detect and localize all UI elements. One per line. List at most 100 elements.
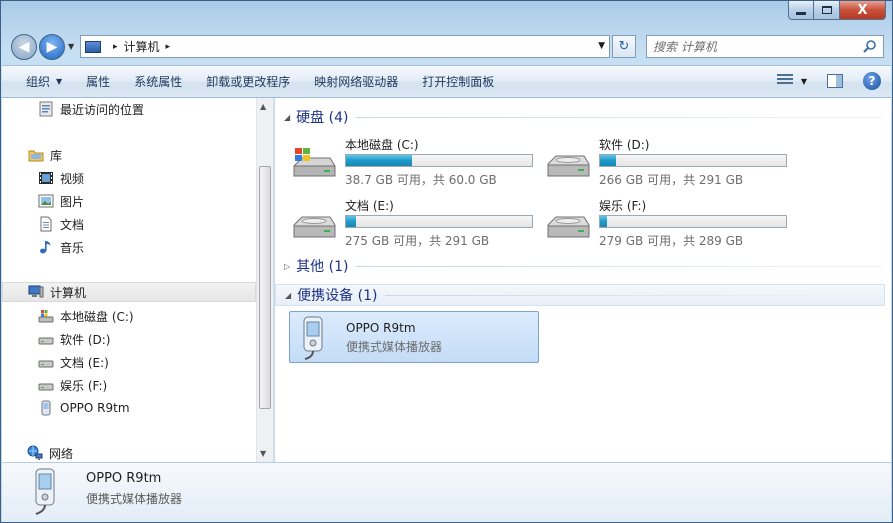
recent-places-icon xyxy=(39,101,53,117)
explorer-window: X ◀ ▶ ▼ ▸ 计算机 ▸ ▼ ↻ 组织 ▼ 属性 系统属性 卸载或更改程序 … xyxy=(0,0,893,523)
system-drive-icon xyxy=(293,148,336,177)
drive-usage-fill xyxy=(600,216,607,227)
nav-item-label: 文档 (E:) xyxy=(60,355,109,370)
nav-item-phone[interactable]: OPPO R9tm xyxy=(2,398,258,418)
help-button[interactable]: ? xyxy=(863,72,881,90)
command-bar: 组织 ▼ 属性 系统属性 卸载或更改程序 映射网络驱动器 打开控制面板 ▼ ? xyxy=(2,65,891,98)
nav-item-label: OPPO R9tm xyxy=(60,401,130,415)
phone-icon xyxy=(35,468,55,515)
collapse-icon[interactable]: ◢ xyxy=(285,291,291,300)
organize-button[interactable]: 组织 ▼ xyxy=(14,70,74,94)
drive-size: 279 GB 可用，共 289 GB xyxy=(599,234,744,248)
expand-icon[interactable]: ▷ xyxy=(284,262,290,271)
group-divider xyxy=(385,294,880,296)
change-view-button[interactable]: ▼ xyxy=(776,74,807,88)
uninstall-label: 卸载或更改程序 xyxy=(206,75,291,89)
drive-usage-fill xyxy=(346,155,413,166)
picture-icon xyxy=(38,194,54,208)
search-input[interactable] xyxy=(653,39,853,54)
drive-name: 娱乐 (F:) xyxy=(599,199,647,213)
nav-item-label: 计算机 xyxy=(50,285,87,300)
preview-pane-button[interactable] xyxy=(827,74,843,88)
close-icon: X xyxy=(857,2,868,18)
network-icon xyxy=(27,445,43,460)
back-arrow-icon: ◀ xyxy=(18,39,30,55)
nav-item-libraries[interactable]: 库 xyxy=(2,145,258,165)
nav-item-drive-e[interactable]: 文档 (E:) xyxy=(2,352,258,372)
uninstall-button[interactable]: 卸载或更改程序 xyxy=(194,70,302,94)
group-hard-disks[interactable]: ◢ 硬盘 (4) xyxy=(275,106,885,128)
phone-icon xyxy=(303,316,323,360)
library-folder-icon xyxy=(28,150,44,162)
breadcrumb-separator[interactable]: ▸ xyxy=(113,42,118,52)
maximize-button[interactable] xyxy=(814,1,840,20)
drive-size: 266 GB 可用，共 291 GB xyxy=(599,173,744,187)
properties-button[interactable]: 属性 xyxy=(74,70,122,94)
nav-item-drive-f[interactable]: 娱乐 (F:) xyxy=(2,375,258,395)
chevron-down-icon: ▼ xyxy=(56,77,63,86)
system-drive-icon xyxy=(38,310,54,323)
computer-icon xyxy=(28,285,44,298)
group-other[interactable]: ▷ 其他 (1) xyxy=(275,255,885,277)
nav-item-music[interactable]: 音乐 xyxy=(2,237,258,257)
map-drive-button[interactable]: 映射网络驱动器 xyxy=(302,70,410,94)
breadcrumb: ▸ 计算机 ▸ xyxy=(107,38,176,55)
device-type: 便携式媒体播放器 xyxy=(346,340,443,354)
scroll-down-icon[interactable]: ▼ xyxy=(260,449,266,458)
drive-size: 38.7 GB 可用，共 60.0 GB xyxy=(345,173,497,187)
nav-item-videos[interactable]: 视频 xyxy=(2,168,258,188)
nav-item-label: 最近访问的位置 xyxy=(60,102,145,117)
search-box[interactable] xyxy=(646,35,884,58)
address-bar[interactable]: ▸ 计算机 ▸ ▼ xyxy=(80,35,610,58)
group-portable-devices[interactable]: ◢ 便携设备 (1) xyxy=(275,284,885,306)
nav-item-documents[interactable]: 文档 xyxy=(2,214,258,234)
system-properties-label: 系统属性 xyxy=(134,75,183,89)
nav-item-network[interactable]: 网络 xyxy=(2,443,258,462)
view-icon xyxy=(776,74,793,88)
refresh-button[interactable]: ↻ xyxy=(612,35,636,58)
device-tile-oppo[interactable]: OPPO R9tm 便携式媒体播放器 xyxy=(289,311,539,363)
nav-item-label: 软件 (D:) xyxy=(60,332,111,347)
nav-item-pictures[interactable]: 图片 xyxy=(2,191,258,211)
details-type: 便携式媒体播放器 xyxy=(86,492,183,506)
search-icon[interactable] xyxy=(863,39,877,53)
recent-pages-dropdown[interactable]: ▼ xyxy=(68,42,74,51)
address-dropdown-icon[interactable]: ▼ xyxy=(598,41,605,51)
group-title: 硬盘 (4) xyxy=(296,110,349,126)
drive-usage-bar xyxy=(599,215,787,228)
nav-item-recent[interactable]: 最近访问的位置 xyxy=(2,99,258,119)
nav-item-computer[interactable]: 计算机 xyxy=(2,282,256,302)
drive-tile-e[interactable]: 文档 (E:) 275 GB 可用，共 291 GB xyxy=(291,197,541,249)
system-properties-button[interactable]: 系统属性 xyxy=(122,70,194,94)
collapse-icon[interactable]: ◢ xyxy=(284,113,290,122)
drive-tile-c[interactable]: 本地磁盘 (C:) 38.7 GB 可用，共 60.0 GB xyxy=(291,136,541,188)
breadcrumb-computer[interactable]: 计算机 xyxy=(124,38,160,55)
nav-item-label: 文档 xyxy=(60,217,85,232)
drive-tile-d[interactable]: 软件 (D:) 266 GB 可用，共 291 GB xyxy=(545,136,795,188)
drive-tile-f[interactable]: 娱乐 (F:) 279 GB 可用，共 289 GB xyxy=(545,197,795,249)
minimize-button[interactable] xyxy=(788,1,814,20)
forward-arrow-icon: ▶ xyxy=(46,39,58,55)
nav-item-drive-c[interactable]: 本地磁盘 (C:) xyxy=(2,306,258,326)
nav-item-label: 视频 xyxy=(60,171,85,186)
window-controls: X xyxy=(788,1,886,20)
nav-item-label: 本地磁盘 (C:) xyxy=(60,309,134,324)
drive-usage-fill xyxy=(346,216,357,227)
refresh-icon: ↻ xyxy=(618,39,630,54)
breadcrumb-separator[interactable]: ▸ xyxy=(166,42,171,52)
drive-name: 本地磁盘 (C:) xyxy=(345,138,419,152)
drive-name: 文档 (E:) xyxy=(345,199,394,213)
nav-item-drive-d[interactable]: 软件 (D:) xyxy=(2,329,258,349)
back-button[interactable]: ◀ xyxy=(11,34,37,60)
organize-label: 组织 xyxy=(26,75,51,89)
close-button[interactable]: X xyxy=(840,1,886,20)
scrollbar-thumb[interactable] xyxy=(259,166,271,409)
help-icon: ? xyxy=(868,74,876,88)
control-panel-button[interactable]: 打开控制面板 xyxy=(410,70,506,94)
scroll-up-icon[interactable]: ▲ xyxy=(260,102,266,111)
navigation-scrollbar[interactable]: ▲ ▼ xyxy=(256,98,273,462)
control-panel-label: 打开控制面板 xyxy=(422,75,495,89)
properties-label: 属性 xyxy=(86,75,111,89)
forward-button[interactable]: ▶ xyxy=(39,34,65,60)
navigation-pane: 最近访问的位置 库 视频 图片 文档 音乐 计算机 本地磁盘 (C:) 软件 (… xyxy=(2,98,274,462)
